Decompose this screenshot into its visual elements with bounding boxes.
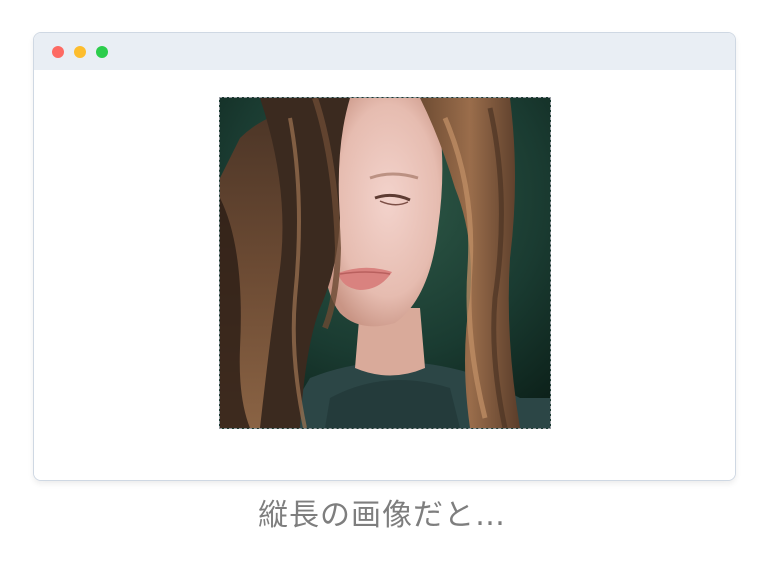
window-content <box>34 70 735 480</box>
browser-window <box>33 32 736 481</box>
window-titlebar <box>34 33 735 70</box>
stage: 縦長の画像だと… <box>0 0 764 562</box>
minimize-window-button[interactable] <box>74 46 86 58</box>
zoom-window-button[interactable] <box>96 46 108 58</box>
caption-text: 縦長の画像だと… <box>258 498 506 533</box>
cropped-photo-frame <box>219 97 551 429</box>
close-window-button[interactable] <box>52 46 64 58</box>
portrait-photo <box>220 98 550 428</box>
